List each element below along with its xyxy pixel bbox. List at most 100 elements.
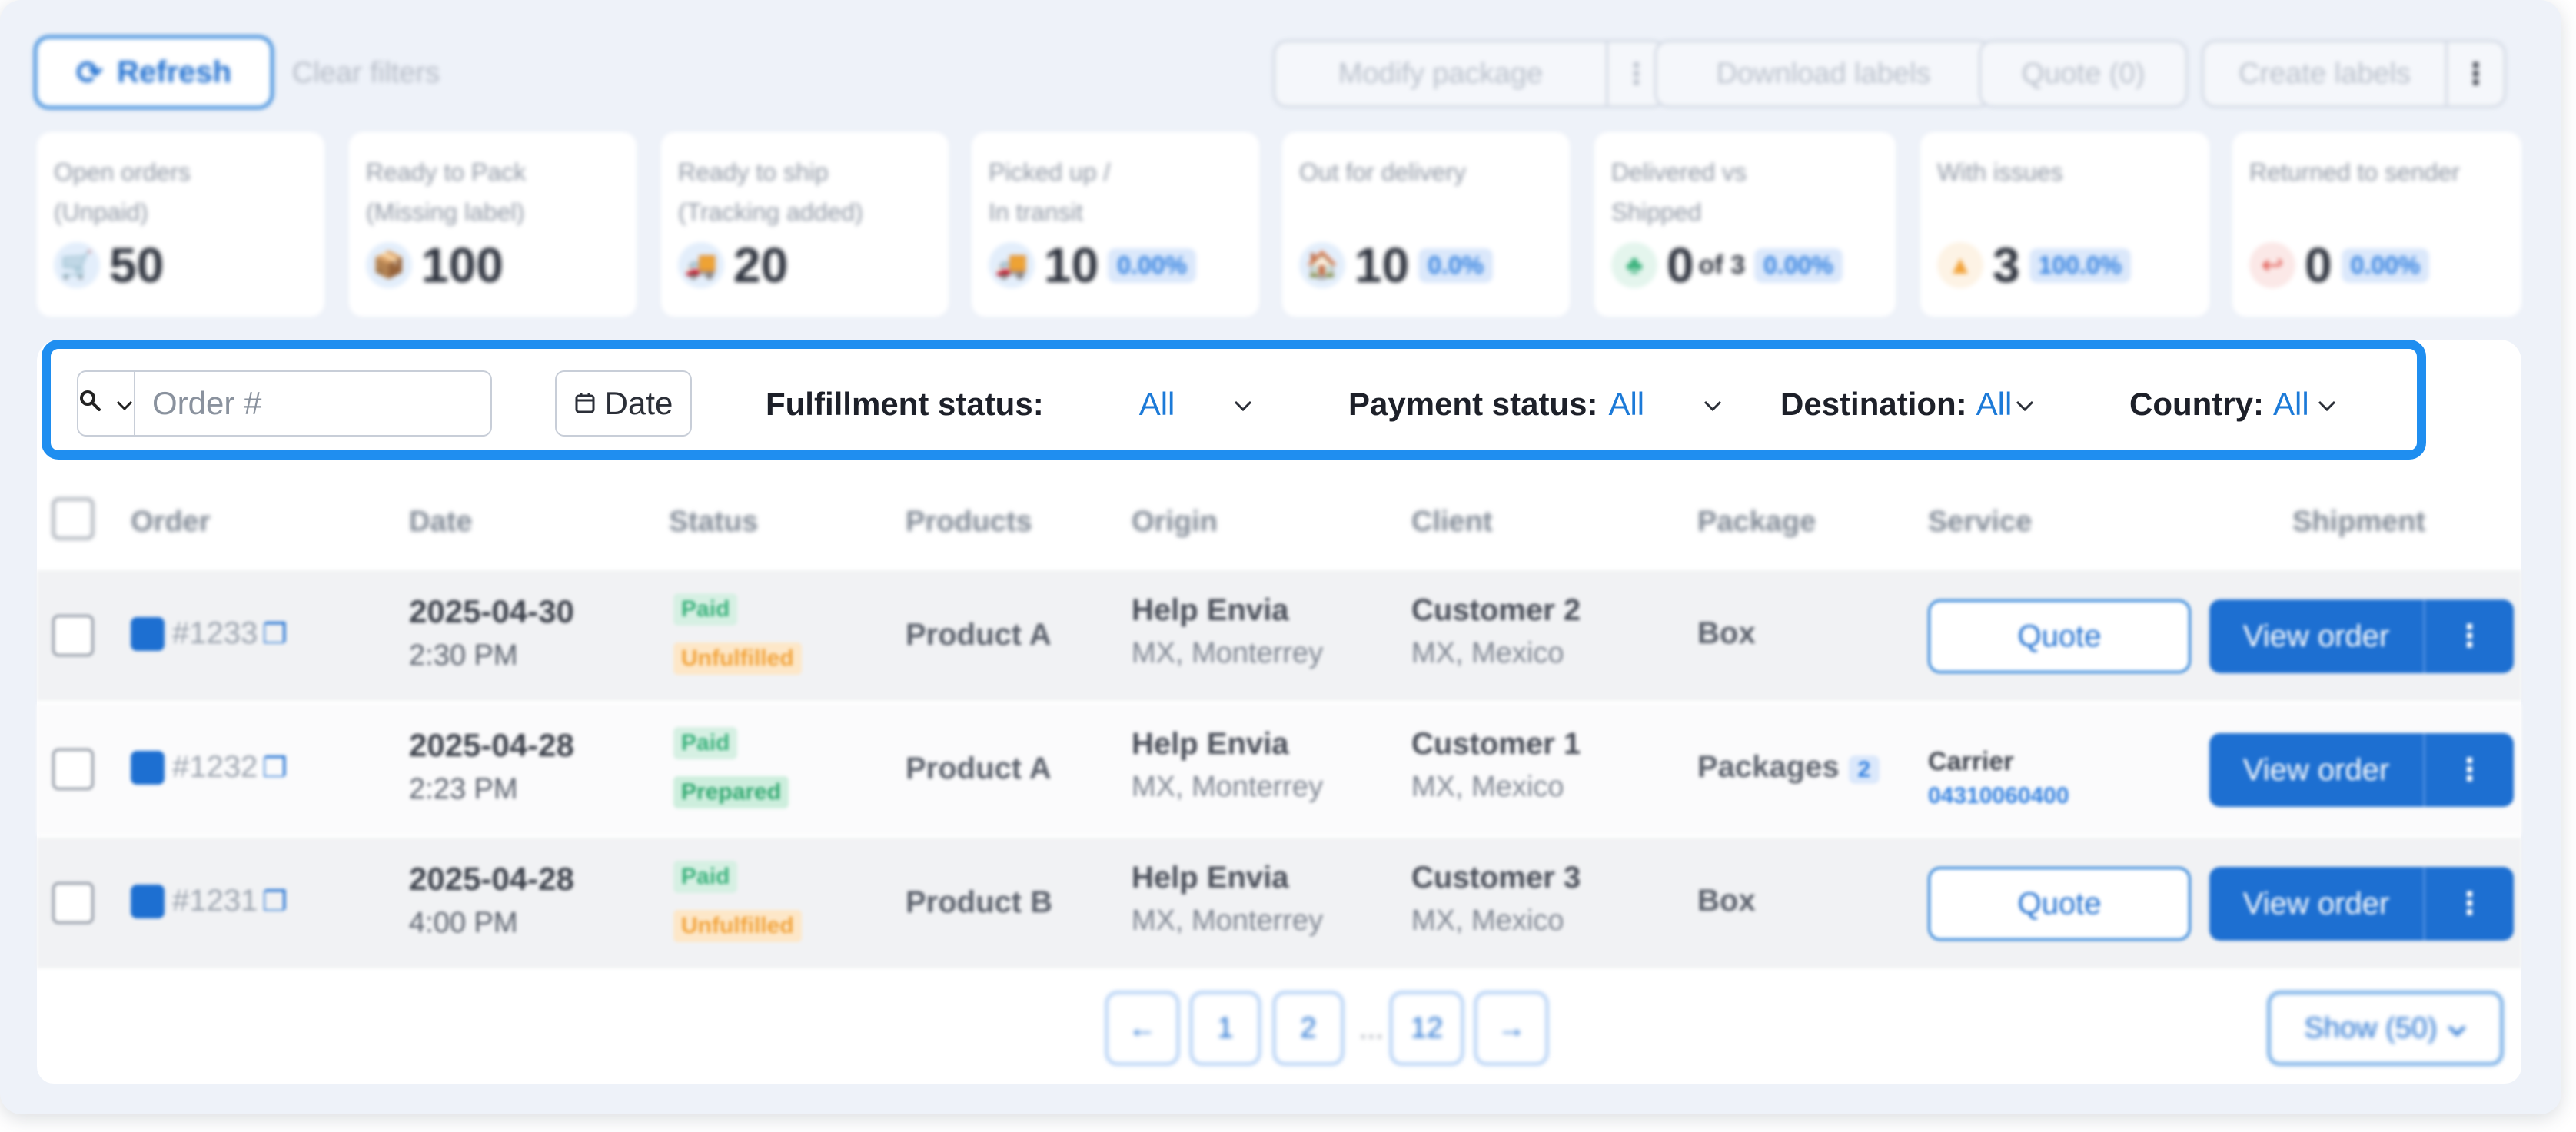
kpi-label: Ready to ship (Tracking added) xyxy=(678,152,932,232)
quote-row-button[interactable]: Quote xyxy=(1928,599,2191,673)
kpi-label-line2: Shipped xyxy=(1611,198,1702,226)
warning-icon: ▲ xyxy=(1937,242,1983,288)
order-number-link[interactable]: #1233 xyxy=(172,616,258,650)
payment-status-value[interactable]: All xyxy=(1608,386,1644,423)
kpi-label-line1: With issues xyxy=(1937,158,2063,186)
payment-status-label: Payment status: xyxy=(1348,386,1598,422)
country-filter[interactable]: Country: All xyxy=(2129,381,2337,427)
box-icon: 📦 xyxy=(366,242,412,288)
country-value[interactable]: All xyxy=(2273,386,2309,423)
page-button-2[interactable]: 2 xyxy=(1273,991,1344,1065)
more-options-icon[interactable]: ⋮ xyxy=(2423,867,2514,941)
package-type: Box xyxy=(1697,616,1756,650)
chevron-down-icon[interactable] xyxy=(1703,390,1723,420)
copy-icon[interactable]: ❐ xyxy=(262,752,287,783)
col-date[interactable]: Date xyxy=(409,506,472,539)
store-icon xyxy=(131,750,165,785)
tracking-number-link[interactable]: 04310060400 xyxy=(1928,783,2069,809)
col-shipment: Shipment xyxy=(2292,506,2426,538)
kpi-label-line1: Open orders xyxy=(54,158,191,186)
quote-button[interactable]: Quote (0) xyxy=(1979,40,2188,108)
order-cell: #1231 ❐ xyxy=(131,884,288,918)
payment-status-filter[interactable]: Payment status: All xyxy=(1348,381,1723,427)
prev-page-button[interactable]: ← xyxy=(1105,991,1179,1065)
order-cell: #1232 ❐ xyxy=(131,750,288,785)
delivered-icon: ♣ xyxy=(1611,242,1657,288)
kpi-card[interactable]: With issues ▲ 3 100.0% xyxy=(1920,132,2209,317)
row-checkbox[interactable] xyxy=(52,615,94,656)
store-icon xyxy=(131,884,165,918)
kpi-card[interactable]: Delivered vs Shipped ♣ 0 of 3 0.00% xyxy=(1594,132,1896,317)
kpi-number: 100 xyxy=(421,237,504,293)
kpi-percent-badge: 0.0% xyxy=(1418,247,1494,283)
home-icon: 🏠 xyxy=(1299,242,1345,288)
more-options-icon[interactable]: ⋮ xyxy=(2423,599,2514,673)
kpi-number: 0 xyxy=(2305,237,2332,293)
kpi-card[interactable]: Picked up / In transit 🚚 10 0.00% xyxy=(972,132,1259,317)
download-labels-button[interactable]: Download labels xyxy=(1654,40,1993,108)
page-button-12[interactable]: 12 xyxy=(1390,991,1464,1065)
kpi-card[interactable]: Out for delivery 🏠 10 0.0% xyxy=(1282,132,1570,317)
refresh-button[interactable]: ⟳ Refresh xyxy=(34,35,274,109)
copy-icon[interactable]: ❐ xyxy=(262,885,287,917)
fulfillment-status-label: Fulfillment status: xyxy=(766,386,1044,422)
kpi-card[interactable]: Open orders (Unpaid) 🛒 50 xyxy=(37,132,324,317)
kpi-percent-badge: 0.00% xyxy=(1108,247,1196,283)
row-checkbox[interactable] xyxy=(52,882,94,924)
chevron-down-icon xyxy=(115,389,134,419)
kpi-card[interactable]: Ready to ship (Tracking added) 🚚 20 xyxy=(661,132,949,317)
order-number-link[interactable]: #1232 xyxy=(172,750,258,784)
col-products: Products xyxy=(906,506,1032,538)
kpi-value-row: 🚚 20 xyxy=(678,237,932,294)
clear-filters-link[interactable]: Clear filters xyxy=(292,57,440,90)
create-labels-more-icon[interactable]: ⋮ xyxy=(2445,42,2504,105)
search-type-dropdown[interactable] xyxy=(78,372,135,435)
order-search-input[interactable] xyxy=(135,372,568,435)
kpi-label-line1: Out for delivery xyxy=(1299,158,1466,186)
date-cell: 2025-04-28 4:00 PM xyxy=(409,861,574,940)
next-page-button[interactable]: → xyxy=(1474,991,1548,1065)
destination-value[interactable]: All xyxy=(1976,386,2013,423)
carrier-name: Carrier xyxy=(1928,747,2014,776)
col-order[interactable]: Order xyxy=(131,506,210,539)
row-checkbox[interactable] xyxy=(52,749,94,790)
page-size-select[interactable]: Show (50) xyxy=(2268,991,2503,1065)
fulfillment-status-filter[interactable]: Fulfillment status: All xyxy=(766,381,1253,427)
table-row[interactable]: #1233 ❐ 2025-04-30 2:30 PM Paid Unfulfilled Pr… xyxy=(37,570,2521,701)
kpi-card[interactable]: Returned to sender ↩ 0 0.00% xyxy=(2232,132,2521,317)
select-all-checkbox[interactable] xyxy=(52,498,94,539)
col-client: Client xyxy=(1411,506,1493,538)
more-options-icon[interactable]: ⋮ xyxy=(2423,733,2514,807)
quote-row-button[interactable]: Quote xyxy=(1928,867,2191,941)
destination-filter[interactable]: Destination: All xyxy=(1780,381,2035,427)
view-order-button[interactable]: View order ⋮ xyxy=(2209,867,2514,941)
modify-package-button[interactable]: Modify package ⋮ xyxy=(1273,40,1667,108)
date-filter-button[interactable]: Date xyxy=(555,370,692,437)
package-count-badge[interactable]: 2 xyxy=(1848,755,1880,784)
col-package: Package xyxy=(1697,506,1816,538)
order-search-group xyxy=(77,370,568,437)
chevron-down-icon[interactable] xyxy=(2317,390,2337,420)
copy-icon[interactable]: ❐ xyxy=(262,618,287,649)
order-number-link[interactable]: #1231 xyxy=(172,884,258,918)
kpi-percent-badge: 0.00% xyxy=(2341,247,2430,283)
chevron-down-icon[interactable] xyxy=(1233,390,1253,420)
table-row[interactable]: #1232 ❐ 2025-04-28 2:23 PM Paid Prepared Produ… xyxy=(37,704,2521,835)
chevron-down-icon[interactable] xyxy=(2015,390,2035,420)
kpi-card[interactable]: Ready to Pack (Missing label) 📦 100 xyxy=(349,132,637,317)
return-icon: ↩ xyxy=(2249,242,2295,288)
kpi-label: Delivered vs Shipped xyxy=(1611,152,1879,232)
table-row[interactable]: #1231 ❐ 2025-04-28 4:00 PM Paid Unfulfilled Pr… xyxy=(37,838,2521,968)
create-labels-button[interactable]: Create labels ⋮ xyxy=(2202,40,2506,108)
truck-icon: 🚚 xyxy=(678,242,724,288)
fulfillment-status-value[interactable]: All xyxy=(1139,386,1175,423)
view-order-button[interactable]: View order ⋮ xyxy=(2209,733,2514,807)
client-cell: Customer 2 MX, Mexico xyxy=(1411,593,1581,670)
page-button-1[interactable]: 1 xyxy=(1190,991,1261,1065)
kpi-number: 20 xyxy=(733,237,789,293)
view-order-button[interactable]: View order ⋮ xyxy=(2209,599,2514,673)
page-size-label: Show (50) xyxy=(2304,1011,2438,1044)
calendar-icon xyxy=(574,385,596,422)
origin-cell: Help Envia MX, Monterrey xyxy=(1132,593,1323,670)
col-service: Service xyxy=(1928,506,2033,538)
